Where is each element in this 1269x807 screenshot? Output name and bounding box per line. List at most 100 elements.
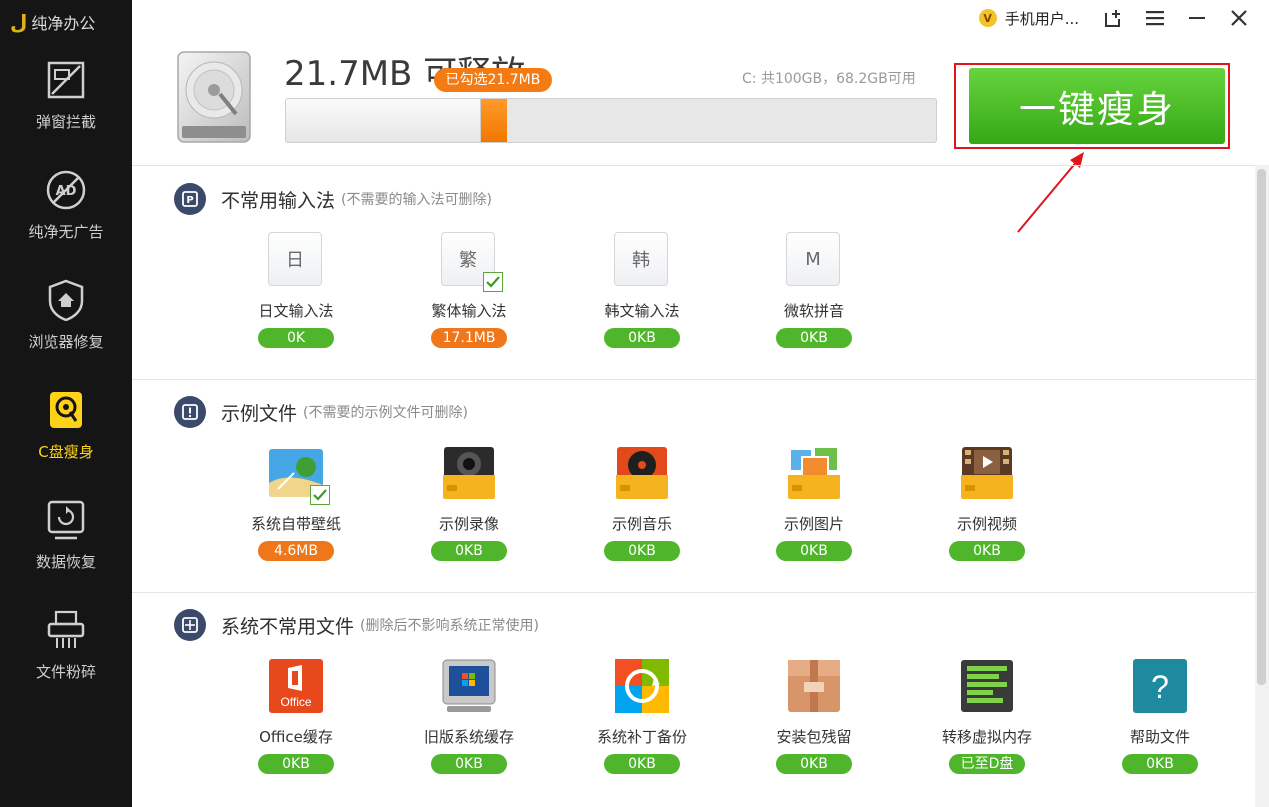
sidebar-item-disk-slim[interactable]: C盘瘦身 xyxy=(0,370,132,480)
vertical-scrollbar[interactable] xyxy=(1255,165,1269,807)
section-note: (不需要的示例文件可删除) xyxy=(303,405,468,421)
app-title: 纯净办公 xyxy=(31,14,96,33)
sidebar-item-no-ads[interactable]: AD 纯净无广告 xyxy=(0,150,132,260)
selected-size-badge: 已勾选21.7MB xyxy=(433,68,553,92)
sample-videos-icon xyxy=(961,447,1013,499)
item-size-badge: 0KB xyxy=(604,541,680,561)
korean-ime-icon: 韩 xyxy=(614,232,668,286)
item-label: Office缓存 xyxy=(259,728,333,746)
item-tile[interactable] xyxy=(614,445,670,501)
minimize-icon xyxy=(1189,17,1205,19)
item-size-badge: 0KB xyxy=(949,541,1025,561)
item-virtual-memory[interactable]: 转移虚拟内存 已至D盘 xyxy=(912,658,1062,774)
new-window-button[interactable] xyxy=(1101,6,1125,30)
item-sample-videos[interactable]: 示例视频 0KB xyxy=(912,445,1062,561)
close-icon xyxy=(1231,10,1247,26)
item-help-files[interactable]: ? 帮助文件 0KB xyxy=(1085,658,1235,774)
item-tile[interactable]: ? xyxy=(1132,658,1188,714)
sidebar-item-label: 纯净无广告 xyxy=(28,222,104,241)
item-size-badge: 0KB xyxy=(431,754,507,774)
item-sample-pictures[interactable]: 示例图片 0KB xyxy=(739,445,889,561)
sidebar-item-label: 弹窗拦截 xyxy=(35,112,96,131)
windows-grid-icon xyxy=(174,609,206,641)
item-label: 示例视频 xyxy=(956,515,1017,533)
user-account[interactable]: V 手机用户... xyxy=(978,8,1079,29)
sidebar-item-file-shredder[interactable]: 文件粉碎 xyxy=(0,590,132,700)
item-tile[interactable]: Office xyxy=(268,658,324,714)
item-tile[interactable]: 日 xyxy=(268,232,324,288)
sidebar-item-popup-block[interactable]: 弹窗拦截 xyxy=(0,40,132,150)
item-japanese-ime[interactable]: 日 日文输入法 0K xyxy=(221,232,371,348)
app-window: ل 纯净办公 弹窗拦截 AD 纯净无广告 浏览器修复 C盘瘦身 数据恢复 文件粉… xyxy=(0,0,1269,807)
browser-repair-icon xyxy=(45,279,87,321)
item-size-badge: 0KB xyxy=(604,754,680,774)
item-tile[interactable] xyxy=(959,658,1015,714)
section-input-methods: P 不常用输入法 (不需要的输入法可删除) 日 日文输入法 0K 繁 繁体输入法… xyxy=(132,166,1255,379)
checkbox-checked-icon[interactable] xyxy=(483,272,503,292)
item-patch-backup[interactable]: 系统补丁备份 0KB xyxy=(567,658,717,774)
file-shredder-icon xyxy=(45,609,87,651)
title-bar: V 手机用户... xyxy=(978,0,1269,36)
section-title: 系统不常用文件 xyxy=(221,615,355,638)
help-file-icon: ? xyxy=(1133,659,1187,713)
installer-package-icon xyxy=(788,660,840,712)
item-label: 安装包残留 xyxy=(776,728,852,746)
section-sample-files: 示例文件 (不需要的示例文件可删除) 系统自带壁纸 4.6MB 示例录像 0KB… xyxy=(132,380,1255,592)
item-label: 微软拼音 xyxy=(783,302,844,320)
logo-icon: ل xyxy=(10,10,28,34)
item-size-badge: 0KB xyxy=(258,754,334,774)
menu-button[interactable] xyxy=(1143,6,1167,30)
item-tile[interactable] xyxy=(441,658,497,714)
section-header: 示例文件 (不需要的示例文件可删除) xyxy=(174,396,468,428)
item-tile[interactable] xyxy=(786,658,842,714)
sidebar-item-label: 文件粉碎 xyxy=(35,662,96,681)
checkbox-checked-icon[interactable] xyxy=(310,485,330,505)
close-button[interactable] xyxy=(1227,6,1251,30)
svg-text:P: P xyxy=(186,195,193,206)
item-size-badge: 0KB xyxy=(431,541,507,561)
scrollbar-thumb[interactable] xyxy=(1257,169,1266,685)
hard-disk-icon xyxy=(176,50,252,146)
one-click-slim-button[interactable]: 一键瘦身 xyxy=(969,68,1225,144)
item-tile[interactable] xyxy=(614,658,670,714)
item-korean-ime[interactable]: 韩 韩文输入法 0KB xyxy=(567,232,717,348)
item-size-badge: 0KB xyxy=(776,541,852,561)
item-label: 繁体输入法 xyxy=(431,302,507,320)
item-tile[interactable] xyxy=(786,445,842,501)
sidebar-item-data-recovery[interactable]: 数据恢复 xyxy=(0,480,132,590)
item-size-badge: 0K xyxy=(258,328,334,348)
item-old-system-cache[interactable]: 旧版系统缓存 0KB xyxy=(394,658,544,774)
main-panel: V 手机用户... 21.7MB 可释放 C: 共100GB，68.2GB可用 … xyxy=(132,0,1269,807)
item-traditional-ime[interactable]: 繁 繁体输入法 17.1MB xyxy=(394,232,544,348)
item-tile[interactable] xyxy=(268,445,330,505)
sample-video-record-icon xyxy=(443,447,495,499)
item-tile[interactable] xyxy=(441,445,497,501)
progress-fill xyxy=(286,99,481,142)
item-tile[interactable]: 韩 xyxy=(614,232,670,288)
item-size-badge: 0KB xyxy=(1122,754,1198,774)
item-sample-video-record[interactable]: 示例录像 0KB xyxy=(394,445,544,561)
item-label: 转移虚拟内存 xyxy=(941,728,1032,746)
item-sample-music[interactable]: 示例音乐 0KB xyxy=(567,445,717,561)
item-office-cache[interactable]: Office Office缓存 0KB xyxy=(221,658,371,774)
item-tile[interactable]: 繁 xyxy=(441,232,503,292)
item-installer-residue[interactable]: 安装包残留 0KB xyxy=(739,658,889,774)
svg-text:AD: AD xyxy=(56,184,77,199)
patch-backup-icon xyxy=(615,659,669,713)
svg-text:?: ? xyxy=(1151,669,1169,705)
sample-pictures-icon xyxy=(788,446,840,499)
minimize-button[interactable] xyxy=(1185,6,1209,30)
sidebar-item-browser-repair[interactable]: 浏览器修复 xyxy=(0,260,132,370)
item-system-wallpaper[interactable]: 系统自带壁纸 4.6MB xyxy=(221,445,371,561)
japanese-ime-icon: 日 xyxy=(268,232,322,286)
item-tile[interactable]: M xyxy=(786,232,842,288)
item-size-badge: 4.6MB xyxy=(258,541,334,561)
sidebar-item-label: C盘瘦身 xyxy=(38,442,94,461)
sidebar-item-label: 浏览器修复 xyxy=(28,332,104,351)
item-size-badge: 0KB xyxy=(776,328,852,348)
item-size-badge: 17.1MB xyxy=(431,328,507,348)
sidebar: ل 纯净办公 弹窗拦截 AD 纯净无广告 浏览器修复 C盘瘦身 数据恢复 文件粉… xyxy=(0,0,132,807)
item-label: 旧版系统缓存 xyxy=(423,728,514,746)
item-ms-pinyin[interactable]: M 微软拼音 0KB xyxy=(739,232,889,348)
item-tile[interactable] xyxy=(959,445,1015,501)
